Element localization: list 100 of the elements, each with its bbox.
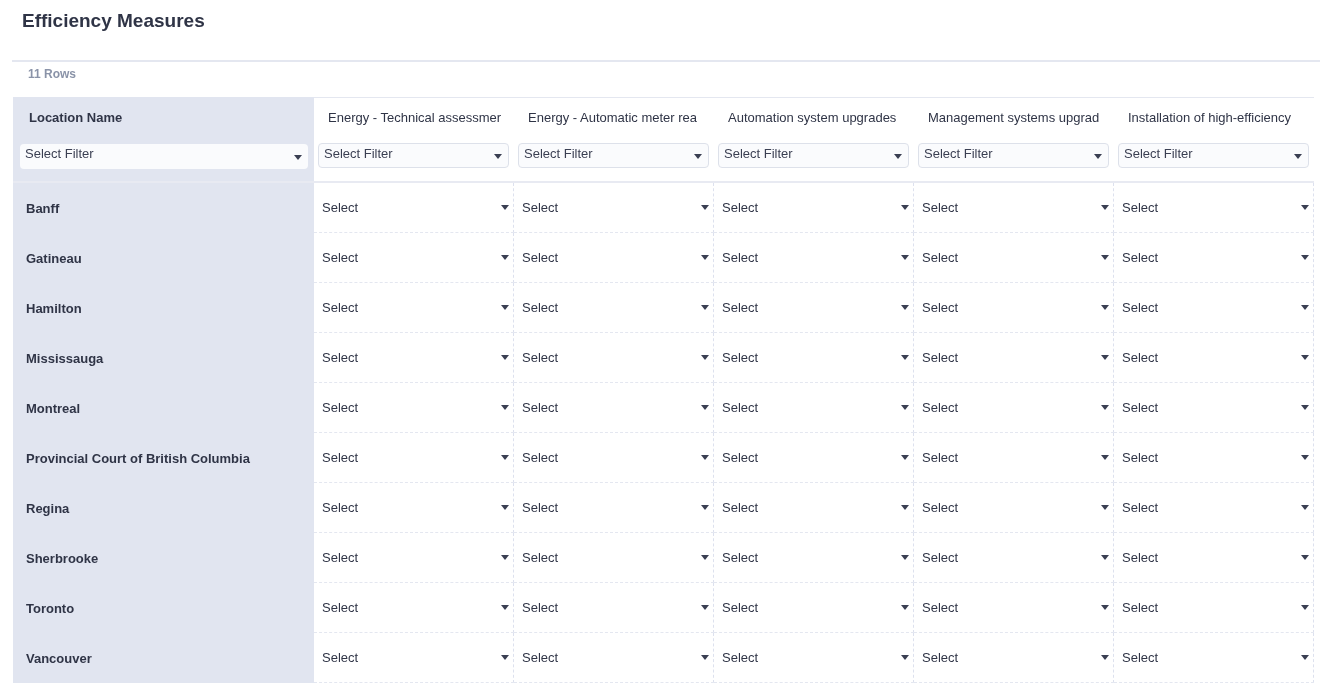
select-dropdown[interactable]: Select: [314, 350, 509, 365]
select-dropdown[interactable]: Select: [714, 300, 909, 315]
select-dropdown[interactable]: Select: [714, 650, 909, 665]
select-dropdown[interactable]: Select: [1114, 550, 1309, 565]
location-name: Montreal: [13, 383, 314, 433]
caret-icon: [501, 405, 509, 410]
filter-dropdown[interactable]: Select Filter: [718, 143, 909, 168]
select-dropdown[interactable]: Select: [1114, 250, 1309, 265]
select-dropdown[interactable]: Select: [914, 250, 1109, 265]
select-dropdown[interactable]: Select: [1114, 350, 1309, 365]
caret-icon: [1101, 555, 1109, 560]
caret-icon: [1101, 655, 1109, 660]
row-count: 11 Rows: [27, 66, 78, 83]
caret-icon: [501, 305, 509, 310]
caret-icon: [1301, 305, 1309, 310]
caret-icon: [501, 505, 509, 510]
select-dropdown[interactable]: Select: [514, 200, 709, 215]
select-dropdown[interactable]: Select: [314, 650, 509, 665]
select-dropdown[interactable]: Select: [1114, 300, 1309, 315]
select-dropdown[interactable]: Select: [1114, 400, 1309, 415]
select-dropdown[interactable]: Select: [714, 350, 909, 365]
caret-icon: [1101, 355, 1109, 360]
caret-icon: [694, 154, 702, 159]
select-dropdown[interactable]: Select: [514, 600, 709, 615]
location-name: Banff: [13, 183, 314, 233]
caret-icon: [901, 405, 909, 410]
page-title: Efficiency Measures: [21, 9, 206, 33]
caret-icon: [901, 305, 909, 310]
select-dropdown[interactable]: Select: [514, 350, 709, 365]
caret-icon: [901, 555, 909, 560]
select-dropdown[interactable]: Select: [714, 250, 909, 265]
caret-icon: [501, 355, 509, 360]
caret-icon: [701, 605, 709, 610]
select-dropdown[interactable]: Select: [1114, 600, 1309, 615]
caret-icon: [294, 155, 302, 160]
select-dropdown[interactable]: Select: [514, 450, 709, 465]
select-dropdown[interactable]: Select: [514, 550, 709, 565]
caret-icon: [1101, 505, 1109, 510]
caret-icon: [901, 505, 909, 510]
select-dropdown[interactable]: Select: [314, 600, 509, 615]
caret-icon: [1301, 605, 1309, 610]
select-dropdown[interactable]: Select: [714, 550, 909, 565]
select-dropdown[interactable]: Select: [914, 500, 1109, 515]
caret-icon: [894, 154, 902, 159]
caret-icon: [1301, 255, 1309, 260]
select-dropdown[interactable]: Select: [314, 300, 509, 315]
caret-icon: [1101, 605, 1109, 610]
caret-icon: [901, 605, 909, 610]
select-dropdown[interactable]: Select: [314, 200, 509, 215]
select-dropdown[interactable]: Select: [914, 350, 1109, 365]
caret-icon: [1101, 255, 1109, 260]
caret-icon: [1301, 555, 1309, 560]
caret-icon: [1301, 205, 1309, 210]
filter-dropdown[interactable]: Select Filter: [20, 144, 308, 169]
select-dropdown[interactable]: Select: [1114, 500, 1309, 515]
caret-icon: [1101, 305, 1109, 310]
location-name: Provincial Court of British Columbia: [13, 433, 314, 483]
select-dropdown[interactable]: Select: [314, 450, 509, 465]
select-dropdown[interactable]: Select: [714, 600, 909, 615]
caret-icon: [1301, 655, 1309, 660]
select-dropdown[interactable]: Select: [914, 450, 1109, 465]
select-dropdown[interactable]: Select: [714, 400, 909, 415]
select-dropdown[interactable]: Select: [1114, 200, 1309, 215]
select-dropdown[interactable]: Select: [514, 300, 709, 315]
filter-dropdown[interactable]: Select Filter: [1118, 143, 1309, 168]
select-dropdown[interactable]: Select: [914, 300, 1109, 315]
select-dropdown[interactable]: Select: [914, 600, 1109, 615]
select-dropdown[interactable]: Select: [514, 500, 709, 515]
filter-dropdown[interactable]: Select Filter: [518, 143, 709, 168]
caret-icon: [1101, 405, 1109, 410]
select-dropdown[interactable]: Select: [714, 500, 909, 515]
select-dropdown[interactable]: Select: [714, 450, 909, 465]
select-dropdown[interactable]: Select: [314, 550, 509, 565]
caret-icon: [494, 154, 502, 159]
select-dropdown[interactable]: Select: [914, 200, 1109, 215]
select-dropdown[interactable]: Select: [314, 400, 509, 415]
caret-icon: [1301, 455, 1309, 460]
column-header: Location Name: [13, 97, 314, 137]
select-dropdown[interactable]: Select: [1114, 450, 1309, 465]
caret-icon: [501, 655, 509, 660]
caret-icon: [701, 655, 709, 660]
caret-icon: [701, 405, 709, 410]
select-dropdown[interactable]: Select: [914, 400, 1109, 415]
location-name: Sherbrooke: [13, 533, 314, 583]
select-dropdown[interactable]: Select: [914, 650, 1109, 665]
select-dropdown[interactable]: Select: [714, 200, 909, 215]
location-name: Hamilton: [13, 283, 314, 333]
select-dropdown[interactable]: Select: [514, 400, 709, 415]
select-dropdown[interactable]: Select: [514, 650, 709, 665]
caret-icon: [901, 255, 909, 260]
filter-dropdown[interactable]: Select Filter: [318, 143, 509, 168]
select-dropdown[interactable]: Select: [314, 250, 509, 265]
caret-icon: [1294, 154, 1302, 159]
select-dropdown[interactable]: Select: [314, 500, 509, 515]
select-dropdown[interactable]: Select: [914, 550, 1109, 565]
filter-dropdown[interactable]: Select Filter: [918, 143, 1109, 168]
caret-icon: [701, 355, 709, 360]
caret-icon: [901, 205, 909, 210]
select-dropdown[interactable]: Select: [514, 250, 709, 265]
select-dropdown[interactable]: Select: [1114, 650, 1309, 665]
